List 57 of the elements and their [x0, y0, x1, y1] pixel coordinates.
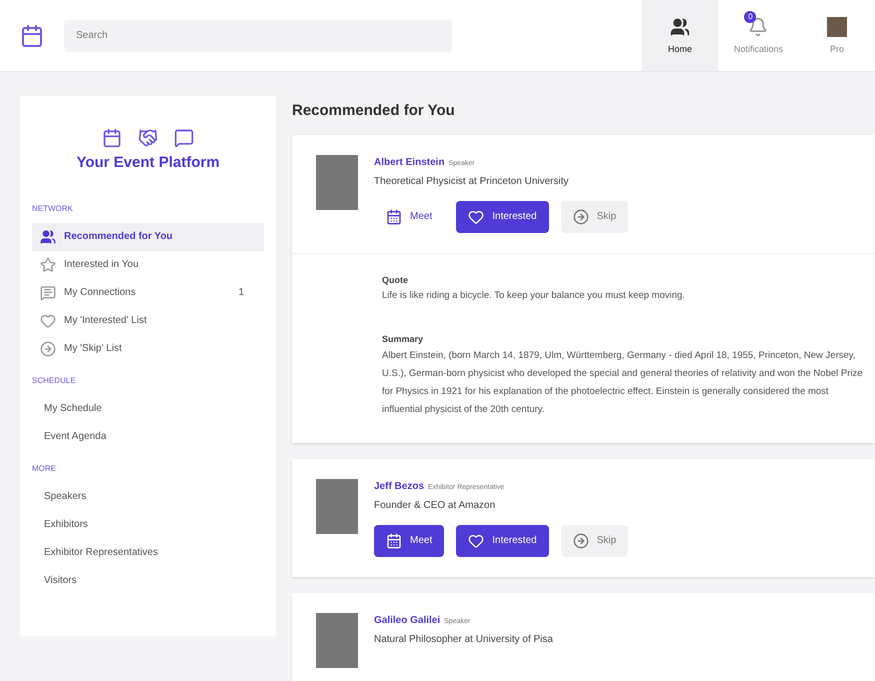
nav-tab[interactable]: Home: [642, 0, 718, 71]
person-title: Theoretical Physicist at Princeton University: [374, 174, 570, 188]
person-name[interactable]: Albert Einstein: [374, 154, 445, 170]
detail-text: Life is like riding a bicycle. To keep your balance you must keep moving.: [382, 289, 686, 303]
platform-title: Your Event Platform: [75, 153, 221, 173]
skip-button[interactable]: Skip: [560, 524, 628, 556]
sidebar-item[interactable]: My 'Interested' List: [32, 306, 264, 334]
detail-label: Quote: [382, 274, 409, 287]
sidebar-item[interactable]: Visitors: [32, 566, 264, 594]
sidebar-item[interactable]: My Connections 1: [32, 278, 264, 306]
chat-icon: [174, 128, 194, 148]
calendar-icon: [102, 128, 122, 148]
logo-icon: [20, 24, 44, 48]
notification-count: 0: [744, 10, 756, 23]
photo-placeholder: [316, 478, 358, 534]
heart-icon: [468, 532, 484, 548]
nav-tab[interactable]: Pro: [799, 0, 875, 71]
person-title: Natural Philosopher at University of Pisa: [374, 632, 553, 646]
calendar-icon: [386, 532, 402, 548]
handshake-icon: [138, 128, 158, 148]
interested-button[interactable]: Interested: [456, 524, 549, 556]
sidebar-item[interactable]: My Schedule: [32, 394, 264, 422]
person-name[interactable]: Galileo Galilei: [374, 612, 440, 628]
skip-button[interactable]: Skip: [560, 200, 628, 232]
sidebar-item[interactable]: Speakers: [32, 482, 264, 510]
sidebar-item[interactable]: Event Agenda: [32, 422, 264, 450]
people-icon: [40, 228, 56, 244]
arrow-circle-icon: [40, 340, 56, 356]
interested-button[interactable]: Interested: [456, 200, 549, 232]
meet-button[interactable]: Meet: [374, 524, 444, 556]
person-name[interactable]: Jeff Bezos: [374, 478, 424, 494]
heart-icon: [468, 208, 484, 224]
sidebar-item[interactable]: Interested in You: [32, 250, 264, 278]
detail-text: Albert Einstein, (born March 14, 1879, Ulm, Württemberg, Germany - died April 18, 1955, Princeton, New Jersey, U.S.), German-born physicist who developed the special and general theories of relativity and won the Nobel Prize for Physics in 1921 for his explanation of the photoelectric effect. Einstein is generally considered the most influential physicist of the 20th century.: [382, 348, 864, 416]
section-heading: NETWORK: [32, 202, 74, 214]
search-field[interactable]: Search: [64, 20, 452, 52]
arrow-circle-icon: [572, 208, 589, 224]
people-icon: [670, 16, 690, 37]
photo-placeholder: [316, 612, 358, 668]
sidebar-item[interactable]: Recommended for You: [32, 222, 264, 250]
chat-icon: [40, 284, 56, 300]
connection-count: 1: [238, 286, 245, 300]
photo-placeholder: [827, 16, 847, 37]
section-heading: SCHEDULE: [32, 374, 77, 386]
sidebar-item[interactable]: Exhibitors: [32, 510, 264, 538]
person-title: Founder & CEO at Amazon: [374, 498, 496, 512]
calendar-icon: [386, 208, 402, 224]
sidebar-item[interactable]: Exhibitor Representatives: [32, 538, 264, 566]
section-heading: MORE: [32, 462, 57, 474]
star-icon: [40, 256, 56, 272]
photo-placeholder: [316, 154, 358, 210]
arrow-circle-icon: [572, 532, 589, 548]
sidebar-item[interactable]: My 'Skip' List: [32, 334, 264, 362]
nav-tab[interactable]: 0 Notifications: [718, 0, 799, 71]
heart-icon: [40, 312, 56, 328]
page-heading: Recommended for You: [292, 101, 456, 121]
detail-label: Summary: [382, 333, 424, 346]
